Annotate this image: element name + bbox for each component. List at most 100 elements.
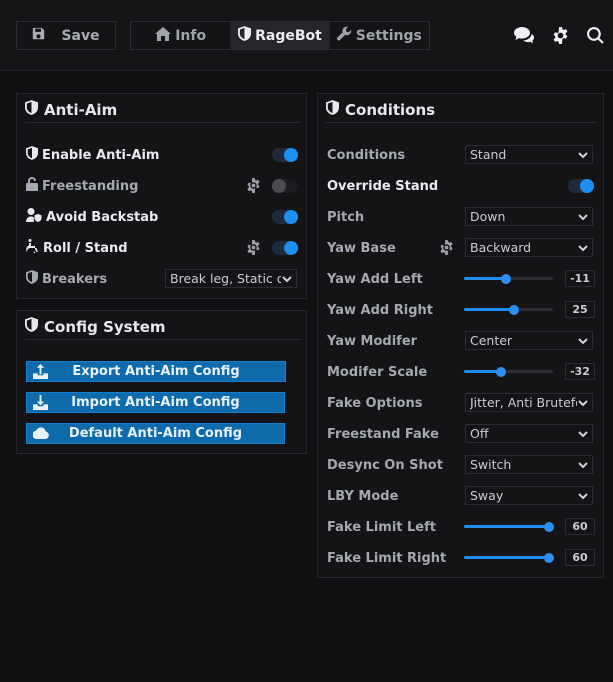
yaw-add-left-label: Yaw Add Left <box>327 271 423 287</box>
fake-options-label: Fake Options <box>327 395 423 411</box>
chat-icon[interactable] <box>513 25 535 45</box>
user-shield-icon <box>26 208 46 226</box>
override-stand-toggle[interactable] <box>568 179 594 193</box>
export-config-button[interactable]: Export Anti-Aim Config <box>26 361 286 382</box>
conditions-title: Conditions <box>326 99 597 123</box>
override-stand-label: Override Stand <box>327 178 439 194</box>
fake-limit-right-slider[interactable] <box>464 553 554 563</box>
pitch-select[interactable]: Down <box>465 207 593 226</box>
freestanding-row: Freestanding <box>26 175 298 197</box>
chevron-down-icon <box>577 397 589 409</box>
lby-mode-row: LBY Mode Sway <box>327 485 595 507</box>
shield-icon <box>26 146 42 164</box>
yaw-add-right-value[interactable]: 25 <box>565 301 595 318</box>
chevron-down-icon <box>577 428 589 440</box>
yaw-add-left-slider[interactable] <box>464 274 553 284</box>
floppy-icon <box>32 27 61 44</box>
yaw-add-right-row: Yaw Add Right 25 <box>327 299 595 321</box>
shield-icon <box>238 26 255 45</box>
slider-thumb[interactable] <box>496 367 507 377</box>
lby-mode-select[interactable]: Sway <box>465 486 593 505</box>
cloud-icon <box>32 426 49 442</box>
chevron-down-icon <box>577 459 589 471</box>
shield-icon <box>326 100 345 119</box>
yaw-modifier-label: Yaw Modifer <box>327 333 418 349</box>
avoid-backstab-toggle[interactable] <box>272 210 298 224</box>
tab-label: Info <box>175 27 207 44</box>
slider-thumb[interactable] <box>500 274 511 284</box>
yaw-modifier-row: Yaw Modifer Center <box>327 330 595 352</box>
yaw-add-right-slider[interactable] <box>464 305 553 315</box>
override-stand-row: Override Stand <box>327 175 595 197</box>
modifier-scale-label: Modifer Scale <box>327 364 428 380</box>
import-config-button[interactable]: Import Anti-Aim Config <box>26 392 285 413</box>
slider-thumb[interactable] <box>543 553 554 563</box>
yaw-base-label: Yaw Base <box>327 240 396 256</box>
save-button[interactable]: Save <box>16 21 116 50</box>
breakers-select[interactable]: Break leg, Static on <box>165 269 297 288</box>
fake-limit-right-value[interactable]: 60 <box>565 549 595 566</box>
fake-limit-right-row: Fake Limit Right 60 <box>327 547 595 569</box>
default-config-button[interactable]: Default Anti-Aim Config <box>26 423 285 444</box>
anti-aim-panel: Anti-Aim Enable Anti-Aim Freestanding Av… <box>16 93 307 299</box>
breakers-label: Breakers <box>42 271 108 287</box>
freestanding-gear-icon[interactable] <box>246 178 262 194</box>
config-system-panel: Config System Export Anti-Aim Config Imp… <box>16 310 307 454</box>
tab-label: Settings <box>355 27 422 44</box>
modifier-scale-slider[interactable] <box>464 367 553 377</box>
freestand-fake-select[interactable]: Off <box>465 424 593 443</box>
pitch-row: Pitch Down <box>327 206 595 228</box>
slider-thumb[interactable] <box>543 522 554 532</box>
yaw-base-select[interactable]: Backward <box>465 238 593 257</box>
fake-limit-left-value[interactable]: 60 <box>565 518 595 535</box>
anti-aim-title: Anti-Aim <box>25 99 300 123</box>
freestanding-label: Freestanding <box>42 178 139 194</box>
yaw-add-right-label: Yaw Add Right <box>327 302 433 318</box>
slider-thumb[interactable] <box>508 305 519 315</box>
lby-mode-label: LBY Mode <box>327 488 399 504</box>
enable-anti-aim-row: Enable Anti-Aim <box>26 144 298 166</box>
conditions-panel: Conditions Conditions Stand Override Sta… <box>317 93 604 578</box>
fake-limit-left-label: Fake Limit Left <box>327 519 436 535</box>
fake-limit-left-row: Fake Limit Left 60 <box>327 516 595 538</box>
chevron-down-icon <box>281 273 293 285</box>
download-icon <box>33 395 49 411</box>
home-icon <box>155 26 175 45</box>
yaw-add-left-value[interactable]: -11 <box>565 270 595 287</box>
yaw-modifier-select[interactable]: Center <box>465 331 593 350</box>
tab-label: RageBot <box>255 27 322 44</box>
shield-icon <box>25 100 44 119</box>
wrench-icon <box>336 26 356 45</box>
conditions-select[interactable]: Stand <box>465 145 593 164</box>
main-tabs: Info RageBot Settings <box>130 21 430 50</box>
desync-on-shot-label: Desync On Shot <box>327 457 443 473</box>
enable-anti-aim-label: Enable Anti-Aim <box>42 147 160 163</box>
tab-info[interactable]: Info <box>131 22 230 49</box>
tab-ragebot[interactable]: RageBot <box>230 22 330 49</box>
chevron-down-icon <box>577 242 589 254</box>
modifier-scale-value[interactable]: -32 <box>565 363 595 380</box>
avoid-backstab-label: Avoid Backstab <box>46 209 159 225</box>
tab-settings[interactable]: Settings <box>330 22 429 49</box>
avoid-backstab-row: Avoid Backstab <box>26 206 298 228</box>
yaw-base-gear-icon[interactable] <box>439 240 455 256</box>
search-icon[interactable] <box>584 25 606 45</box>
top-bar: Save Info RageBot Settings <box>0 0 613 71</box>
shield-icon <box>26 270 42 288</box>
freestanding-toggle[interactable] <box>272 179 298 193</box>
gear-icon[interactable] <box>549 25 571 45</box>
config-system-title: Config System <box>25 316 300 340</box>
desync-on-shot-select[interactable]: Switch <box>465 455 593 474</box>
chevron-down-icon <box>577 149 589 161</box>
fake-limit-left-slider[interactable] <box>464 522 554 532</box>
roll-stand-toggle[interactable] <box>272 241 298 255</box>
roll-stand-gear-icon[interactable] <box>246 240 262 256</box>
roll-stand-label: Roll / Stand <box>43 240 128 256</box>
chevron-down-icon <box>577 490 589 502</box>
desync-on-shot-row: Desync On Shot Switch <box>327 454 595 476</box>
chevron-down-icon <box>577 211 589 223</box>
fake-options-row: Fake Options Jitter, Anti Brutefo <box>327 392 595 414</box>
wheelchair-icon <box>26 239 43 257</box>
fake-options-select[interactable]: Jitter, Anti Brutefo <box>465 393 593 412</box>
enable-anti-aim-toggle[interactable] <box>272 148 298 162</box>
